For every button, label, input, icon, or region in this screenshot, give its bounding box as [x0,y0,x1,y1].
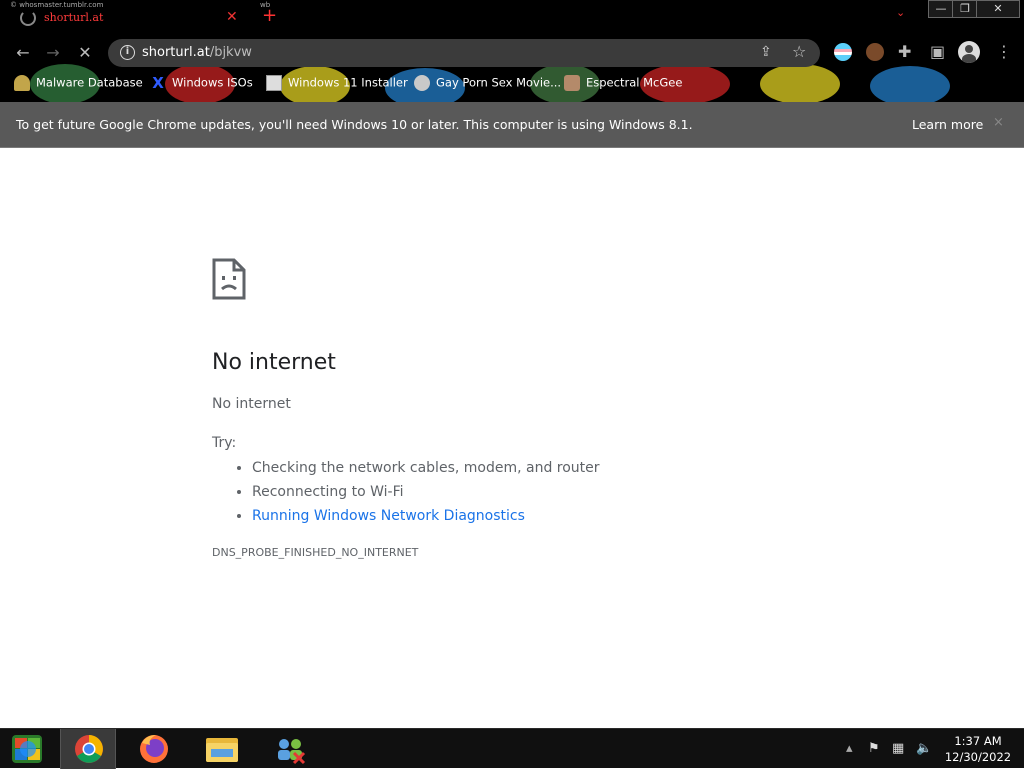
share-icon[interactable]: ⇪ [760,44,772,60]
bookmark-label: Gay Porn Sex Movie... [436,75,562,90]
suggestion-text: Checking the network cables, modem, and … [252,460,600,476]
file-explorer-app[interactable] [194,729,250,769]
tab-search-chevron-icon[interactable]: ⌄ [896,6,905,19]
browser-chrome: © whosmaster.tumblr.com wb shorturl.at ✕… [0,0,1024,102]
suggestion-item: Running Windows Network Diagnostics [252,504,600,528]
action-center-flag-icon[interactable]: ⚑ [868,741,880,756]
profile-avatar-icon[interactable] [958,41,980,63]
character-icon [564,75,580,91]
volume-icon[interactable]: 🔈 [916,741,932,756]
error-title: No internet [212,350,336,375]
active-tab[interactable]: shorturl.at ✕ [8,2,260,32]
browser-toolbar: ← → ✕ i shorturl.at/bjkvw ⇪ ☆ ✚ ▣ ⋮ [0,36,1024,68]
bookmark-windows-11-installer[interactable]: Windows 11 Installer [266,75,408,93]
bookmark-label: Espectral McGee [586,75,683,90]
bookmark-malware-database[interactable]: Malware Database [14,75,143,93]
extension-avatar-icon[interactable] [866,43,884,61]
bookmark-windows-isos[interactable]: X Windows ISOs [150,75,253,93]
bookmark-label: Windows ISOs [172,75,253,90]
clock-time: 1:37 AM [954,734,1002,748]
system-clock[interactable]: 1:37 AM 12/30/2022 [936,733,1020,765]
site-info-icon[interactable]: i [120,45,135,60]
bookmark-gay-porn-sex-movie[interactable]: Gay Porn Sex Movie... [414,75,561,93]
loading-spinner-icon [20,10,36,26]
network-diagnostics-link[interactable]: Running Windows Network Diagnostics [252,508,525,524]
suggestions-list: Checking the network cables, modem, and … [234,456,600,528]
windows-taskbar: ▴ ⚑ ▦ 🔈 1:37 AM 12/30/2022 [0,728,1024,769]
tab-title: shorturl.at [44,11,104,24]
firefox-app[interactable] [126,729,182,769]
show-hidden-icons-icon[interactable]: ▴ [846,741,853,756]
extension-flag-icon[interactable] [834,43,852,61]
extensions-puzzle-icon[interactable]: ✚ [898,42,911,61]
address-bar[interactable]: i shorturl.at/bjkvw ⇪ ☆ [108,39,820,67]
network-people-icon [278,739,306,765]
infobar-message: To get future Google Chrome updates, you… [16,117,693,132]
suggestion-item: Checking the network cables, modem, and … [252,456,600,480]
error-subtitle: No internet [212,396,291,412]
avatar-icon [414,75,430,91]
x-logo-icon: X [152,74,164,92]
folder-icon [206,738,238,762]
bookmarks-bar: Malware Database X Windows ISOs Windows 1… [0,70,1024,98]
chrome-icon [75,735,103,763]
menu-kebab-icon[interactable]: ⋮ [996,42,1012,61]
learn-more-link[interactable]: Learn more [912,117,983,132]
url-host: shorturl.at [142,45,210,60]
start-button[interactable] [0,729,56,769]
close-window-icon[interactable]: ✕ [976,0,1020,18]
try-label: Try: [212,435,237,451]
restore-window-icon[interactable]: ❐ [952,0,978,18]
chrome-app[interactable] [60,729,116,769]
update-infobar: To get future Google Chrome updates, you… [0,102,1024,148]
bookmark-espectral-mcgee[interactable]: Espectral McGee [564,75,682,93]
error-code: DNS_PROBE_FINISHED_NO_INTERNET [212,546,419,559]
side-panel-icon[interactable]: ▣ [930,42,945,61]
suggestion-item: Reconnecting to Wi-Fi [252,480,600,504]
forward-arrow-icon[interactable]: → [42,42,64,64]
new-tab-plus-icon[interactable]: + [262,6,277,26]
tab-strip: © whosmaster.tumblr.com wb shorturl.at ✕… [0,0,1024,36]
pacman-ghost-icon [14,75,30,91]
back-arrow-icon[interactable]: ← [12,42,34,64]
bookmark-label: Windows 11 Installer [288,75,408,90]
network-status-icon[interactable]: ▦ [892,741,904,756]
error-page: No internet No internet Try: Checking th… [0,148,1024,728]
suggestion-text: Reconnecting to Wi-Fi [252,484,404,500]
url-text[interactable]: shorturl.at/bjkvw [142,45,252,60]
bookmark-label: Malware Database [36,75,143,90]
tab-close-icon[interactable]: ✕ [226,9,238,25]
bookmark-star-icon[interactable]: ☆ [792,42,806,61]
url-path: /bjkvw [209,45,252,60]
minimize-window-icon[interactable]: — [928,0,954,18]
windows-start-icon [12,735,42,763]
sad-document-icon [212,258,246,300]
firefox-icon [140,735,168,763]
infobar-close-icon[interactable]: × [993,115,1004,130]
network-app[interactable] [262,729,318,769]
doc-image-icon [266,75,282,91]
stop-loading-x-icon[interactable]: ✕ [74,42,96,64]
clock-date: 12/30/2022 [944,750,1012,764]
